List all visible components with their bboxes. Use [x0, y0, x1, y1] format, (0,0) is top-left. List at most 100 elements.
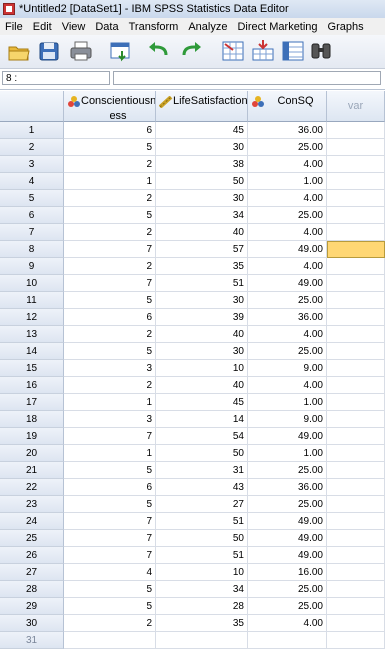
cell-consq[interactable]: 25.00	[248, 292, 327, 309]
open-folder-icon[interactable]	[6, 39, 32, 63]
cell-var[interactable]	[327, 377, 385, 394]
cell-conscientiousness[interactable]: 5	[64, 496, 156, 513]
cell-lifesatisfaction[interactable]: 10	[156, 360, 248, 377]
cell-var[interactable]	[327, 258, 385, 275]
cell-consq[interactable]: 4.00	[248, 224, 327, 241]
cell-lifesatisfaction[interactable]	[156, 632, 248, 649]
cell-var[interactable]	[327, 598, 385, 615]
cell-consq[interactable]: 25.00	[248, 139, 327, 156]
row-number[interactable]: 16	[0, 377, 64, 394]
cell-consq[interactable]: 16.00	[248, 564, 327, 581]
cell-conscientiousness[interactable]: 6	[64, 479, 156, 496]
goto-variable-icon[interactable]	[250, 39, 276, 63]
row-number[interactable]: 20	[0, 445, 64, 462]
recall-dialog-icon[interactable]	[108, 39, 134, 63]
cell-conscientiousness[interactable]: 2	[64, 377, 156, 394]
cell-lifesatisfaction[interactable]: 50	[156, 530, 248, 547]
cell-consq[interactable]: 49.00	[248, 513, 327, 530]
cell-consq[interactable]: 36.00	[248, 122, 327, 139]
cell-var[interactable]	[327, 411, 385, 428]
cell-var[interactable]	[327, 496, 385, 513]
cell-var[interactable]	[327, 445, 385, 462]
print-icon[interactable]	[68, 39, 94, 63]
cell-lifesatisfaction[interactable]: 30	[156, 292, 248, 309]
undo-icon[interactable]	[146, 39, 172, 63]
cell-var[interactable]	[327, 343, 385, 360]
menu-transform[interactable]: Transform	[124, 21, 184, 33]
row-number[interactable]: 18	[0, 411, 64, 428]
cell-var[interactable]	[327, 309, 385, 326]
cell-consq[interactable]: 4.00	[248, 156, 327, 173]
row-number[interactable]: 23	[0, 496, 64, 513]
cell-lifesatisfaction[interactable]: 39	[156, 309, 248, 326]
row-number[interactable]: 24	[0, 513, 64, 530]
cell-var[interactable]	[327, 360, 385, 377]
row-number[interactable]: 4	[0, 173, 64, 190]
cell-lifesatisfaction[interactable]: 40	[156, 224, 248, 241]
cell-consq[interactable]: 25.00	[248, 343, 327, 360]
cell-lifesatisfaction[interactable]: 45	[156, 122, 248, 139]
cell-lifesatisfaction[interactable]: 40	[156, 326, 248, 343]
cell-consq[interactable]: 49.00	[248, 241, 327, 258]
cell-conscientiousness[interactable]: 2	[64, 615, 156, 632]
cell-lifesatisfaction[interactable]: 50	[156, 445, 248, 462]
menu-edit[interactable]: Edit	[28, 21, 57, 33]
cell-lifesatisfaction[interactable]: 27	[156, 496, 248, 513]
cell-conscientiousness[interactable]: 5	[64, 139, 156, 156]
row-number[interactable]: 28	[0, 581, 64, 598]
cell-consq[interactable]: 25.00	[248, 581, 327, 598]
row-number[interactable]: 27	[0, 564, 64, 581]
cell-lifesatisfaction[interactable]: 43	[156, 479, 248, 496]
column-header-var[interactable]: var	[327, 91, 385, 122]
cell-lifesatisfaction[interactable]: 51	[156, 547, 248, 564]
cell-conscientiousness[interactable]: 7	[64, 547, 156, 564]
row-number[interactable]: 15	[0, 360, 64, 377]
cell-consq[interactable]: 4.00	[248, 615, 327, 632]
row-number[interactable]: 21	[0, 462, 64, 479]
cell-lifesatisfaction[interactable]: 51	[156, 275, 248, 292]
column-header-lifesatisfaction[interactable]: LifeSatisfaction	[156, 91, 248, 122]
cell-consq[interactable]: 1.00	[248, 173, 327, 190]
cell-conscientiousness[interactable]: 7	[64, 428, 156, 445]
cell-lifesatisfaction[interactable]: 40	[156, 377, 248, 394]
cell-conscientiousness[interactable]	[64, 632, 156, 649]
cell-consq[interactable]: 4.00	[248, 326, 327, 343]
menu-graphs[interactable]: Graphs	[323, 21, 369, 33]
cell-var[interactable]	[327, 156, 385, 173]
cell-lifesatisfaction[interactable]: 30	[156, 190, 248, 207]
grid-corner[interactable]	[0, 91, 64, 122]
cell-consq[interactable]: 36.00	[248, 309, 327, 326]
cell-consq[interactable]: 9.00	[248, 411, 327, 428]
cell-var[interactable]	[327, 462, 385, 479]
cell-conscientiousness[interactable]: 7	[64, 513, 156, 530]
cell-conscientiousness[interactable]: 6	[64, 122, 156, 139]
redo-icon[interactable]	[178, 39, 204, 63]
cell-consq[interactable]: 49.00	[248, 530, 327, 547]
menu-file[interactable]: File	[0, 21, 28, 33]
row-number[interactable]: 22	[0, 479, 64, 496]
cell-var[interactable]	[327, 139, 385, 156]
cell-value-editor[interactable]	[113, 71, 381, 85]
cell-conscientiousness[interactable]: 5	[64, 343, 156, 360]
cell-conscientiousness[interactable]: 2	[64, 224, 156, 241]
cell-consq[interactable]: 9.00	[248, 360, 327, 377]
row-number[interactable]: 31	[0, 632, 64, 649]
goto-case-icon[interactable]	[220, 39, 246, 63]
cell-var[interactable]	[327, 547, 385, 564]
cell-var[interactable]	[327, 173, 385, 190]
cell-lifesatisfaction[interactable]: 51	[156, 513, 248, 530]
cell-var[interactable]	[327, 530, 385, 547]
cell-lifesatisfaction[interactable]: 28	[156, 598, 248, 615]
cell-var[interactable]	[327, 326, 385, 343]
row-number[interactable]: 2	[0, 139, 64, 156]
cell-var[interactable]	[327, 275, 385, 292]
cell-var[interactable]	[327, 394, 385, 411]
row-number[interactable]: 19	[0, 428, 64, 445]
cell-conscientiousness[interactable]: 5	[64, 207, 156, 224]
cell-lifesatisfaction[interactable]: 30	[156, 139, 248, 156]
menu-direct-marketing[interactable]: Direct Marketing	[232, 21, 322, 33]
cell-consq[interactable]: 25.00	[248, 462, 327, 479]
cell-lifesatisfaction[interactable]: 30	[156, 343, 248, 360]
cell-var[interactable]	[327, 581, 385, 598]
cell-consq[interactable]: 49.00	[248, 275, 327, 292]
